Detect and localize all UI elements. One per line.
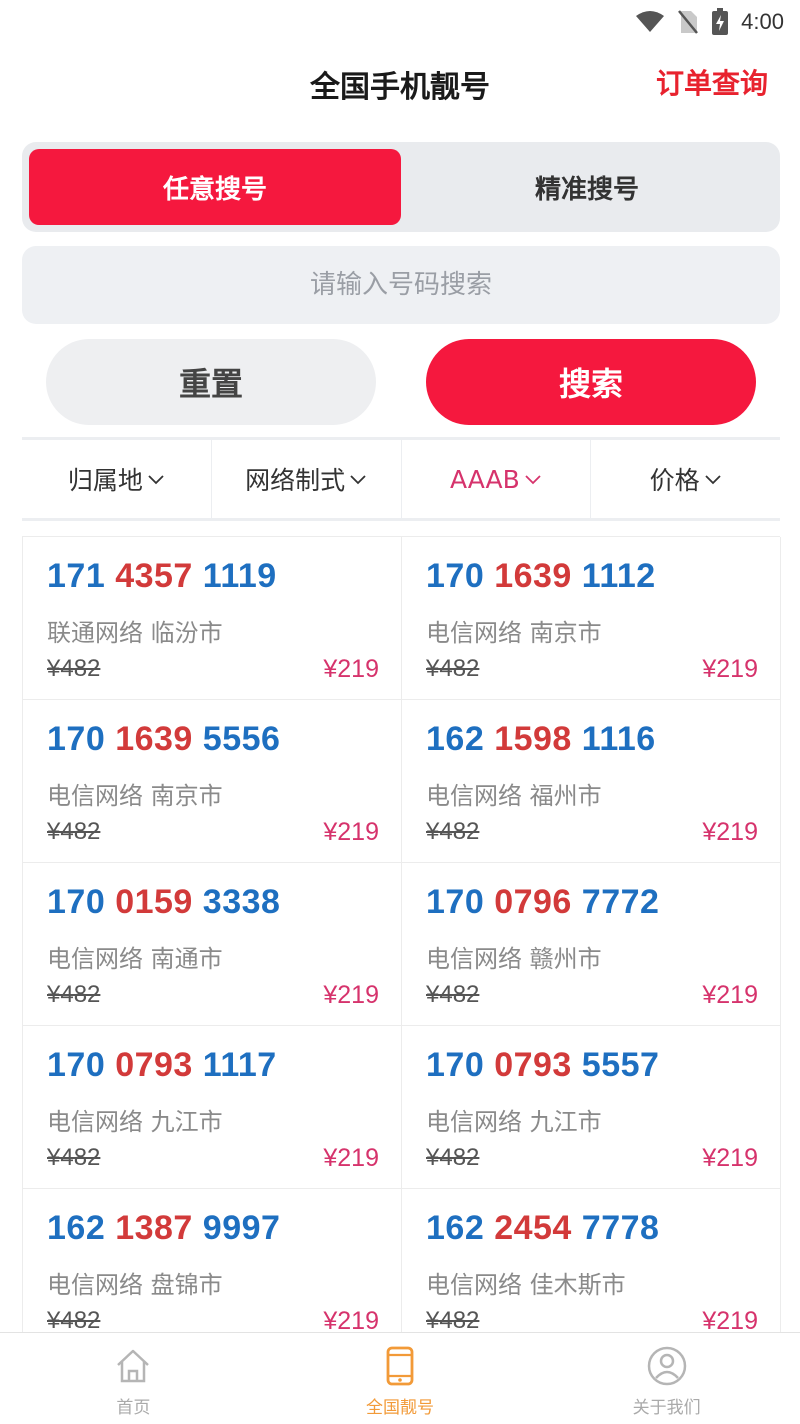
sale-price: ¥219 — [702, 981, 758, 1009]
number-card[interactable]: 171 4357 1119 联通网络 临汾市 ¥482 ¥219 — [23, 537, 402, 700]
chevron-down-icon — [704, 475, 721, 485]
original-price: ¥482 — [426, 1307, 480, 1334]
number-location: 联通网络 临汾市 — [47, 619, 223, 647]
number-location: 电信网络 南京市 — [426, 619, 602, 647]
phone-icon — [386, 1346, 414, 1386]
chevron-down-icon — [148, 475, 164, 485]
tab-label: 关于我们 — [632, 1398, 701, 1418]
number-location: 电信网络 盘锦市 — [47, 1271, 223, 1299]
number-card[interactable]: 170 1639 1112 电信网络 南京市 ¥482 ¥219 — [402, 537, 781, 700]
search-box — [22, 246, 780, 324]
search-input[interactable] — [22, 246, 780, 324]
status-icons: 4:00 — [635, 8, 784, 36]
original-price: ¥482 — [47, 818, 101, 845]
sale-price: ¥219 — [702, 1144, 758, 1172]
battery-icon — [712, 8, 729, 35]
original-price: ¥482 — [426, 818, 480, 845]
original-price: ¥482 — [426, 1144, 480, 1171]
tab-about[interactable]: 关于我们 — [533, 1333, 800, 1424]
sale-price: ¥219 — [702, 818, 758, 846]
order-query-link[interactable]: 订单查询 — [656, 62, 768, 102]
filter-label: 价格 — [649, 466, 700, 495]
number-location: 电信网络 九江市 — [426, 1108, 602, 1136]
number-location: 电信网络 佳木斯市 — [426, 1271, 626, 1299]
filter-pattern[interactable]: AAAB — [402, 440, 592, 518]
chevron-down-icon — [350, 475, 366, 485]
header: 全国手机靓号 订单查询 — [0, 52, 800, 112]
number-card[interactable]: 162 2454 7778 电信网络 佳木斯市 ¥482 ¥219 — [402, 1189, 781, 1352]
number-card[interactable]: 162 1387 9997 电信网络 盘锦市 ¥482 ¥219 — [23, 1189, 402, 1352]
home-icon — [117, 1349, 150, 1383]
tab-label: 全国靓号 — [366, 1398, 434, 1418]
filter-bar: 归属地 网络制式 AAAB 价格 — [22, 437, 780, 521]
chevron-down-icon — [525, 475, 541, 485]
search-button[interactable]: 搜索 — [426, 339, 756, 425]
original-price: ¥482 — [47, 1144, 101, 1171]
filter-location[interactable]: 归属地 — [22, 440, 212, 518]
number-location: 电信网络 赣州市 — [426, 945, 602, 973]
number-location: 电信网络 南通市 — [47, 945, 223, 973]
tab-any-search[interactable]: 任意搜号 — [29, 149, 401, 225]
tab-label: 首页 — [116, 1398, 151, 1418]
number-card[interactable]: 162 1598 1116 电信网络 福州市 ¥482 ¥219 — [402, 700, 781, 863]
sale-price: ¥219 — [323, 655, 379, 683]
tab-home[interactable]: 首页 — [0, 1333, 267, 1424]
number-location: 电信网络 南京市 — [47, 782, 223, 810]
sale-price: ¥219 — [323, 1144, 379, 1172]
original-price: ¥482 — [47, 981, 101, 1008]
phone-number: 170 0793 5557 — [426, 1046, 660, 1084]
reset-button[interactable]: 重置 — [46, 339, 376, 425]
wifi-icon — [636, 11, 665, 32]
phone-number: 162 1387 9997 — [47, 1209, 281, 1247]
filter-label: 网络制式 — [245, 466, 346, 495]
filter-price[interactable]: 价格 — [591, 440, 780, 518]
phone-number: 170 0796 7772 — [426, 883, 660, 921]
user-icon — [647, 1346, 686, 1386]
original-price: ¥482 — [47, 655, 101, 682]
status-bar: 4:00 — [0, 0, 800, 44]
phone-number: 170 0793 1117 — [47, 1046, 277, 1084]
filter-network[interactable]: 网络制式 — [212, 440, 402, 518]
phone-number: 170 0159 3338 — [47, 883, 281, 921]
number-card[interactable]: 170 0159 3338 电信网络 南通市 ¥482 ¥219 — [23, 863, 402, 1026]
filter-label: AAAB — [449, 464, 520, 494]
phone-number: 162 1598 1116 — [426, 720, 656, 758]
status-time: 4:00 — [741, 9, 784, 34]
bottom-tab-bar: 首页 全国靓号 关于我们 — [0, 1332, 800, 1424]
original-price: ¥482 — [426, 655, 480, 682]
phone-number: 170 1639 5556 — [47, 720, 281, 758]
no-sim-icon — [678, 10, 699, 34]
sale-price: ¥219 — [702, 655, 758, 683]
phone-number: 170 1639 1112 — [426, 557, 656, 595]
tab-exact-search[interactable]: 精准搜号 — [401, 149, 773, 225]
number-card[interactable]: 170 0793 1117 电信网络 九江市 ¥482 ¥219 — [23, 1026, 402, 1189]
phone-number: 162 2454 7778 — [426, 1209, 660, 1247]
number-card[interactable]: 170 0796 7772 电信网络 赣州市 ¥482 ¥219 — [402, 863, 781, 1026]
tab-numbers[interactable]: 全国靓号 — [267, 1333, 534, 1424]
number-list: 171 4357 1119 联通网络 临汾市 ¥482 ¥219 170 163… — [22, 536, 781, 1352]
search-mode-segmented-control: 任意搜号 精准搜号 — [22, 142, 780, 232]
number-card[interactable]: 170 0793 5557 电信网络 九江市 ¥482 ¥219 — [402, 1026, 781, 1189]
sale-price: ¥219 — [323, 981, 379, 1009]
number-location: 电信网络 福州市 — [426, 782, 602, 810]
sale-price: ¥219 — [323, 818, 379, 846]
filter-label: 归属地 — [67, 466, 143, 495]
original-price: ¥482 — [47, 1307, 101, 1334]
number-card[interactable]: 170 1639 5556 电信网络 南京市 ¥482 ¥219 — [23, 700, 402, 863]
original-price: ¥482 — [426, 981, 480, 1008]
phone-number: 171 4357 1119 — [47, 557, 277, 595]
number-location: 电信网络 九江市 — [47, 1108, 223, 1136]
